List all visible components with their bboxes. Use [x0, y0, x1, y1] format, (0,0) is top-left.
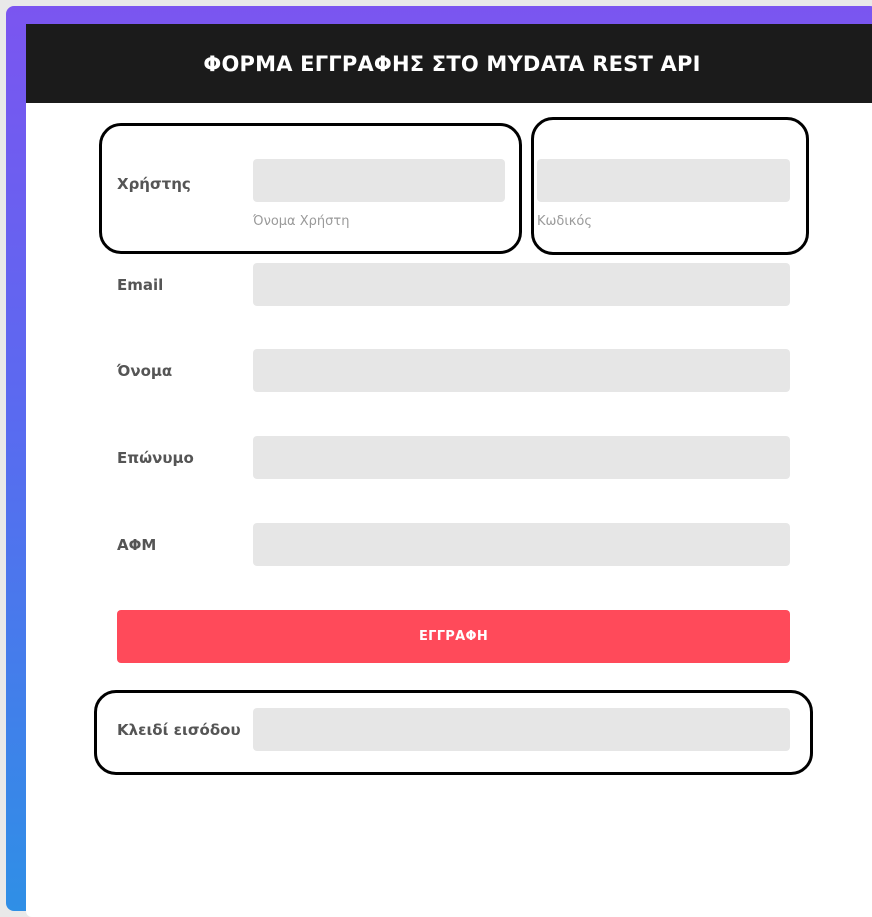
first-name-input[interactable] [253, 349, 790, 392]
username-input[interactable] [253, 159, 505, 202]
password-hint: Κωδικός [537, 214, 593, 229]
email-input[interactable] [253, 263, 790, 306]
first-name-label: Όνομα [117, 362, 173, 380]
access-key-input[interactable] [253, 708, 790, 751]
afm-label: ΑΦΜ [117, 536, 157, 554]
username-label: Χρήστης [117, 175, 191, 193]
password-input[interactable] [537, 159, 790, 202]
last-name-input[interactable] [253, 436, 790, 479]
access-key-label: Κλειδί εισόδου [117, 721, 241, 739]
afm-input[interactable] [253, 523, 790, 566]
window-frame: ΦΟΡΜΑ ΕΓΓΡΑΦΗΣ ΣΤΟ MYDATA REST API Χρήστ… [6, 6, 872, 917]
last-name-label: Επώνυμο [117, 449, 194, 467]
username-hint: Όνομα Χρήστη [253, 214, 350, 229]
email-label: Email [117, 276, 164, 294]
registration-card: ΦΟΡΜΑ ΕΓΓΡΑΦΗΣ ΣΤΟ MYDATA REST API Χρήστ… [26, 24, 872, 917]
register-button[interactable]: ΕΓΓΡΑΦΗ [117, 610, 790, 663]
form-title: ΦΟΡΜΑ ΕΓΓΡΑΦΗΣ ΣΤΟ MYDATA REST API [26, 24, 872, 103]
